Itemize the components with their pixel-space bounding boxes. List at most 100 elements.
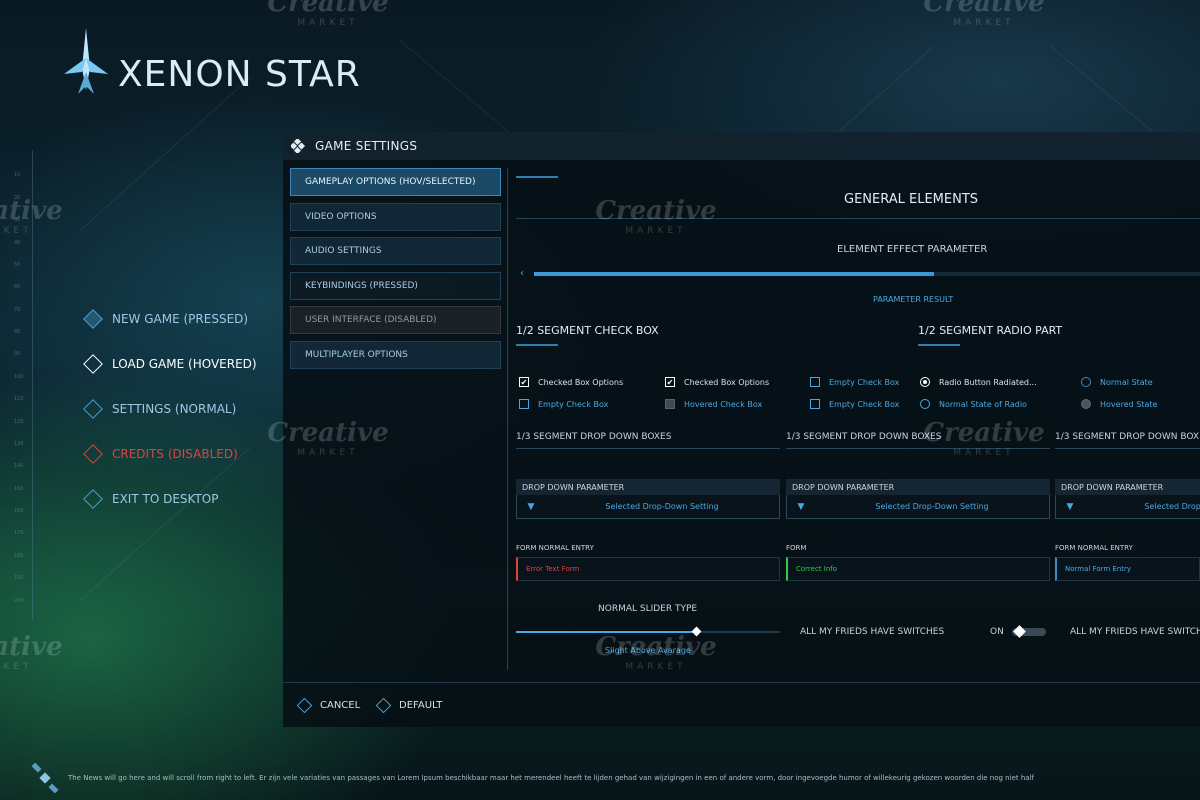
checkbox[interactable]: Empty Check Box: [519, 399, 608, 409]
dropdown-value: Selected Drop-Down Setting: [605, 502, 719, 511]
radio-button[interactable]: Normal State of Radio: [920, 399, 1027, 409]
dropdown-value: Selected Drop-Down Setting: [875, 502, 989, 511]
radio-button[interactable]: Normal State: [1081, 377, 1153, 387]
toggle-switch[interactable]: [1012, 625, 1046, 638]
watermark: CreativeMARKET: [0, 632, 63, 672]
ruler-tick: 170: [14, 530, 24, 536]
form-label: FORM NORMAL ENTRY: [516, 544, 594, 552]
ruler-tick: 90: [14, 351, 21, 357]
dropdown[interactable]: DROP DOWN PARAMETER ▼ Selected Drop-Down…: [1055, 479, 1200, 519]
dropdown-label: DROP DOWN PARAMETER: [786, 479, 1050, 495]
form-input-error[interactable]: Error Text Form: [516, 557, 780, 581]
slider-thumb[interactable]: [691, 626, 702, 637]
checkbox-label: Hovered Check Box: [684, 399, 763, 409]
dropdown[interactable]: DROP DOWN PARAMETER ▼ Selected Drop-Down…: [786, 479, 1050, 519]
dropdown-value: Selected Drop-Down Setting: [1144, 502, 1200, 511]
menu-label: EXIT TO DESKTOP: [112, 491, 219, 506]
radio-button-hovered[interactable]: Hovered State: [1081, 399, 1157, 409]
slider-fill: [516, 631, 696, 633]
ruler-tick: 110: [14, 396, 24, 402]
deco-line: [516, 176, 558, 178]
ruler-tick: 130: [14, 441, 24, 447]
tab-multiplayer-options[interactable]: MULTIPLAYER OPTIONS: [290, 340, 501, 369]
form-label: FORM NORMAL ENTRY: [1055, 544, 1133, 552]
side-ruler: 10 20 30 40 50 60 70 80 90 100 110 120 130 140 150 160 1…: [4, 150, 44, 620]
ruler-tick: 80: [14, 329, 21, 335]
checkbox[interactable]: ✔ Checked Box Options: [665, 377, 769, 387]
radio-section-title: 1/2 SEGMENT RADIO PART: [918, 324, 1063, 337]
ruler-tick: 20: [14, 195, 21, 201]
checkbox[interactable]: Empty Check Box: [810, 399, 899, 409]
ruler-tick: 60: [14, 284, 21, 290]
form-label: FORM: [786, 544, 807, 552]
ruler-tick: 10: [14, 172, 21, 178]
menu-exit-to-desktop[interactable]: EXIT TO DESKTOP: [78, 476, 278, 521]
switch-state: ON: [990, 627, 1004, 637]
form-input-correct[interactable]: Correct Info: [786, 557, 1050, 581]
menu-label: NEW GAME (PRESSED): [112, 311, 249, 326]
checkbox-label: Checked Box Options: [684, 377, 770, 387]
ruler-tick: 180: [14, 553, 24, 559]
checkbox-label: Empty Check Box: [538, 399, 609, 409]
progress-fill: [534, 272, 934, 276]
chevron-down-icon: ▼: [527, 501, 535, 512]
checkbox[interactable]: Empty Check Box: [810, 377, 899, 387]
menu-credits: CREDITS (DISABLED): [78, 431, 278, 476]
dropdown[interactable]: DROP DOWN PARAMETER ▼ Selected Drop-Down…: [516, 479, 780, 519]
switch-label: ALL MY FRIEDS HAVE SWITCHES: [800, 627, 945, 637]
menu-label: LOAD GAME (HOVERED): [112, 356, 257, 371]
watermark: CreativeMARKET: [923, 0, 1045, 28]
xenon-star-logo-icon: [64, 28, 108, 94]
general-elements-title: GENERAL ELEMENTS: [844, 192, 979, 207]
diamond-icon: [83, 488, 103, 509]
radio-label: Hovered State: [1100, 399, 1158, 409]
slider-value: Slight Above Avarage: [605, 646, 691, 655]
news-ticker: The News will go here and will scroll fr…: [0, 762, 1200, 794]
diamond-icon: [375, 697, 392, 714]
form-input-normal[interactable]: Normal Form Entry: [1055, 557, 1200, 581]
checkbox-hovered[interactable]: Hovered Check Box: [665, 399, 762, 409]
diamond-icon: [83, 353, 103, 374]
deco-line: [918, 344, 960, 346]
chevron-down-icon: ▼: [1066, 501, 1074, 512]
menu-label: CREDITS (DISABLED): [112, 446, 238, 461]
deco-line: [516, 344, 558, 346]
effect-progress-bar[interactable]: ‹: [520, 268, 1200, 280]
diamond-icon: [296, 697, 313, 714]
main-menu: NEW GAME (PRESSED) LOAD GAME (HOVERED) S…: [78, 296, 278, 521]
default-button[interactable]: DEFAULT: [375, 697, 443, 714]
tab-audio-settings[interactable]: AUDIO SETTINGS: [290, 237, 501, 265]
ruler-tick: 150: [14, 486, 24, 492]
content-divider: [507, 168, 508, 670]
radio-button[interactable]: Radio Button Radiated...: [920, 377, 1037, 387]
ruler-tick: 30: [14, 217, 21, 223]
diamond-icon: [83, 398, 103, 419]
ruler-tick: 50: [14, 262, 21, 268]
menu-load-game[interactable]: LOAD GAME (HOVERED): [78, 341, 278, 386]
default-label: DEFAULT: [399, 700, 443, 711]
parameter-result: PARAMETER RESULT: [873, 295, 954, 304]
radio-label: Normal State of Radio: [939, 399, 1027, 409]
effect-parameter-label: ELEMENT EFFECT PARAMETER: [837, 244, 988, 255]
section-divider: [516, 218, 1200, 219]
tab-video-options[interactable]: VIDEO OPTIONS: [290, 202, 501, 231]
settings-header: GAME SETTINGS: [283, 132, 1200, 160]
tab-keybindings[interactable]: KEYBINDINGS (PRESSED): [290, 271, 501, 300]
cancel-button[interactable]: CANCEL: [296, 697, 360, 714]
checkmark-icon: ✔: [665, 377, 675, 387]
watermark: CreativeMARKET: [267, 0, 389, 28]
ruler-tick: 40: [14, 240, 21, 246]
menu-settings[interactable]: SETTINGS (NORMAL): [78, 386, 278, 431]
menu-new-game[interactable]: NEW GAME (PRESSED): [78, 296, 278, 341]
checkbox[interactable]: ✔ Checked Box Options: [519, 377, 623, 387]
ruler-tick: 120: [14, 419, 24, 425]
tab-gameplay-options[interactable]: GAMEPLAY OPTIONS (HOV/SELECTED): [290, 168, 501, 196]
chevron-down-icon: ▼: [797, 501, 805, 512]
chevron-left-icon: ‹: [520, 268, 524, 279]
ruler-tick: 190: [14, 575, 24, 581]
normal-slider[interactable]: [516, 626, 780, 638]
ruler-tick: 160: [14, 508, 24, 514]
satellite-icon: [31, 763, 59, 793]
settings-tabs: GAMEPLAY OPTIONS (HOV/SELECTED) VIDEO OP…: [290, 168, 501, 375]
switch-label: ALL MY FRIEDS HAVE SWITCHES: [1070, 627, 1200, 637]
